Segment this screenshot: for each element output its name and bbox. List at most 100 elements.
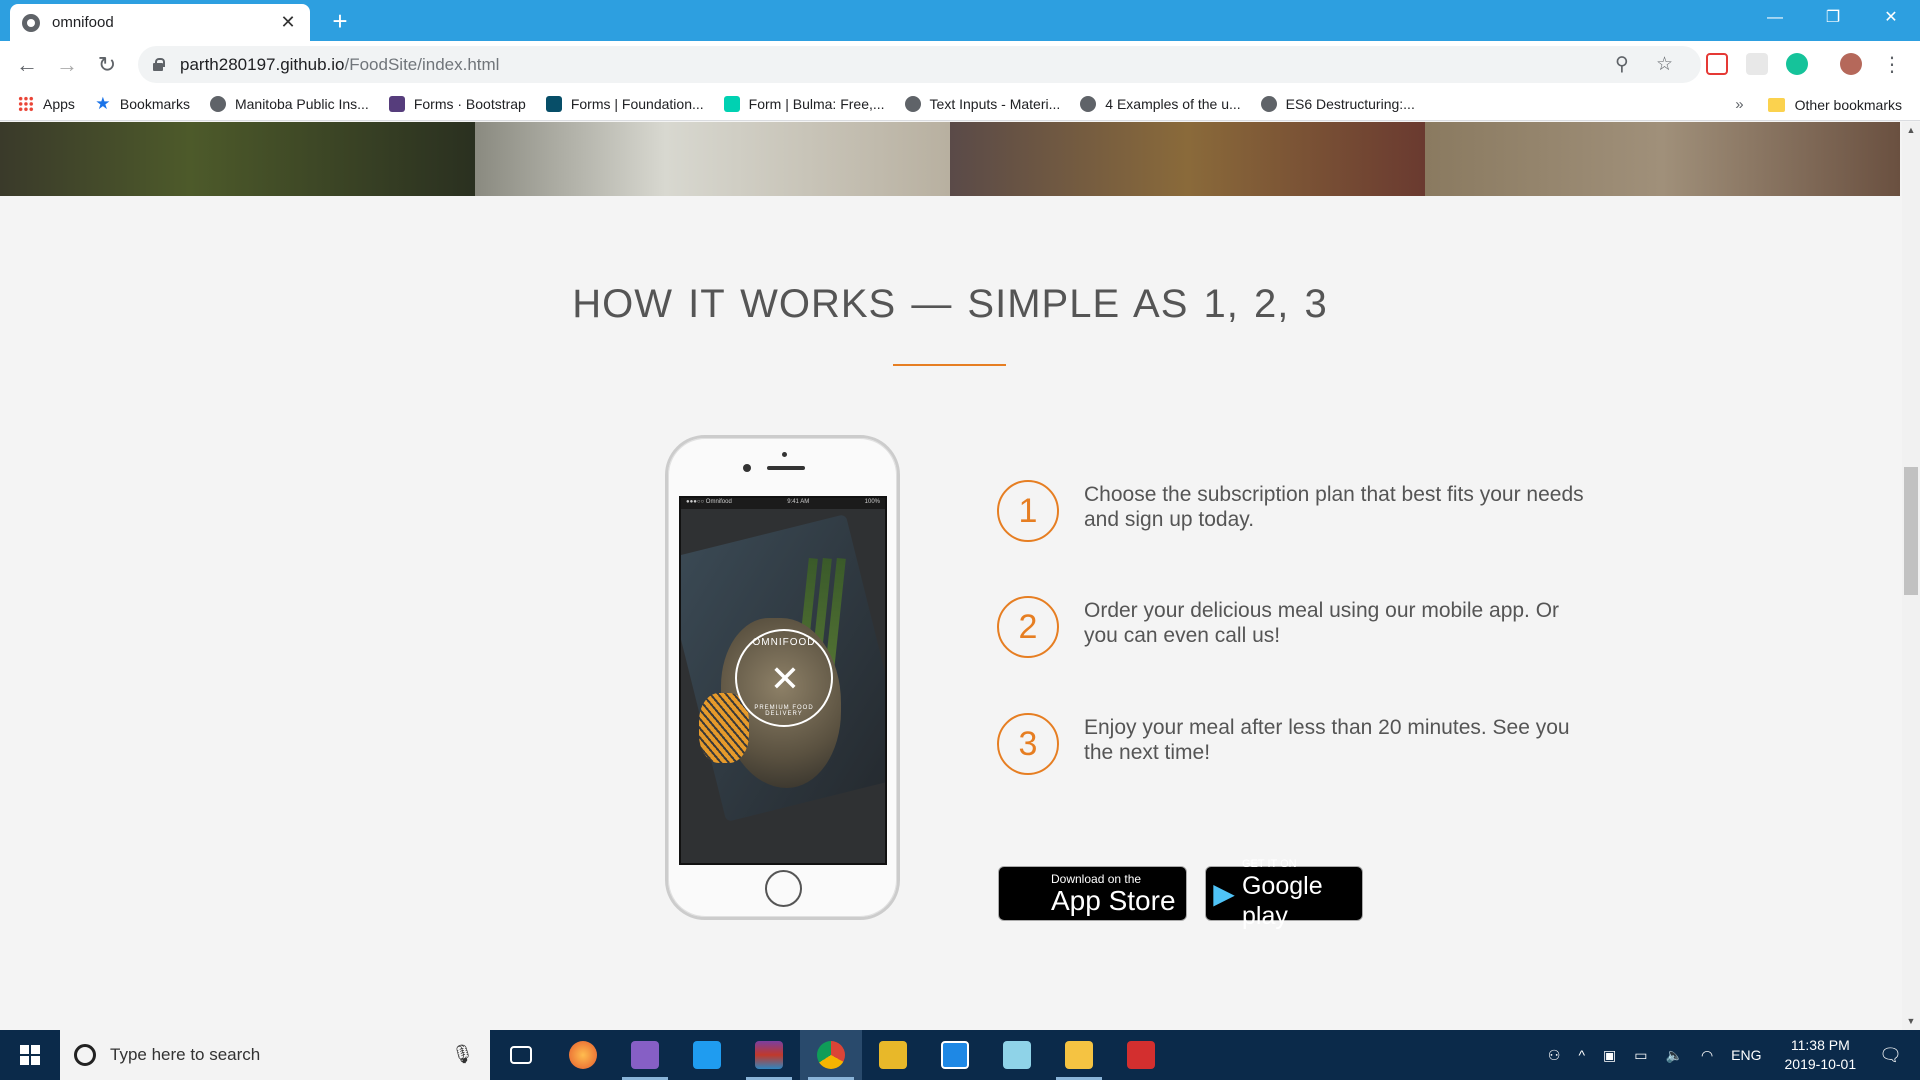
acrobat-icon[interactable]	[1110, 1030, 1172, 1080]
app-store-button[interactable]: Download on the App Store	[998, 866, 1187, 921]
browser-toolbar: ← → ↻ parth280197.github.io /FoodSite/in…	[0, 41, 1920, 88]
omnifood-logo: OMNIFOOD ✕ PREMIUM FOOD DELIVERY	[735, 629, 833, 727]
step-text: Enjoy your meal after less than 20 minut…	[1084, 716, 1570, 764]
step-item: 2 Order your delicious meal using our mo…	[997, 596, 1584, 658]
battery-icon[interactable]: ▭	[1634, 1047, 1647, 1064]
bookmarks-overflow-button[interactable]: »	[1735, 96, 1743, 113]
url-path: /FoodSite/index.html	[344, 54, 500, 74]
step-item: 3 Enjoy your meal after less than 20 min…	[997, 713, 1584, 775]
windows-taskbar: Type here to search 🎙 ⚇ ^ ▣ ▭ 🔈 ◠ ENG 11…	[0, 1030, 1920, 1080]
page-viewport: HOW IT WORKS — SIMPLE AS 1, 2, 3 ●●●○○ O…	[0, 122, 1920, 1030]
phone-speaker	[767, 466, 805, 470]
forward-icon[interactable]: →	[53, 51, 81, 79]
bookmark-manitoba[interactable]: Manitoba Public Ins...	[209, 96, 369, 112]
phone-status-bar: ●●●○○ Omnifood 9:41 AM 100%	[681, 498, 885, 509]
globe-icon	[904, 96, 921, 112]
clock-date: 2019-10-01	[1784, 1056, 1857, 1072]
app-screenshot-phone: ●●●○○ Omnifood 9:41 AM 100% OMNIFOOD ✕ P…	[665, 435, 900, 920]
notes-icon[interactable]	[986, 1030, 1048, 1080]
lock-icon	[152, 58, 165, 71]
tab-close-icon[interactable]: ✕	[278, 12, 298, 33]
other-bookmarks[interactable]: Other bookmarks	[1795, 97, 1902, 113]
notifications-icon[interactable]: 🗨	[1879, 1045, 1902, 1066]
volume-icon[interactable]: 🔈	[1666, 1047, 1683, 1064]
bookmark-4-examples[interactable]: 4 Examples of the u...	[1080, 96, 1241, 112]
profile-avatar[interactable]	[1840, 53, 1862, 75]
phone-home-button	[765, 870, 802, 907]
bookmark-bulma[interactable]: Form | Bulma: Free,...	[723, 96, 885, 112]
fork-knife-icon: ✕	[769, 658, 801, 699]
start-button[interactable]	[0, 1030, 60, 1080]
task-view-icon[interactable]	[490, 1030, 552, 1080]
back-icon[interactable]: ←	[13, 51, 41, 79]
bookmark-foundation[interactable]: Forms | Foundation...	[545, 96, 704, 112]
winrar-icon[interactable]	[738, 1030, 800, 1080]
phone-screen: ●●●○○ Omnifood 9:41 AM 100% OMNIFOOD ✕ P…	[679, 496, 887, 865]
system-tray: ⚇ ^ ▣ ▭ 🔈 ◠ ENG 11:38 PM 2019-10-01 🗨	[1539, 1030, 1920, 1080]
tab-title: omnifood	[52, 14, 114, 31]
language-indicator[interactable]: ENG	[1731, 1047, 1761, 1063]
menu-kebab-icon[interactable]: ⋮	[1878, 51, 1906, 79]
section-title: HOW IT WORKS — SIMPLE AS 1, 2, 3	[572, 282, 1328, 326]
meal-photo	[950, 122, 1425, 196]
scroll-down-icon[interactable]: ▼	[1902, 1013, 1920, 1030]
logo-top-text: OMNIFOOD	[752, 637, 816, 648]
bookmark-text-inputs[interactable]: Text Inputs - Materi...	[904, 96, 1060, 112]
phone-battery: 100%	[864, 499, 880, 505]
visual-studio-icon[interactable]	[614, 1030, 676, 1080]
vscode-icon[interactable]	[676, 1030, 738, 1080]
clock[interactable]: 11:38 PM 2019-10-01	[1785, 1036, 1857, 1074]
app-store-small-text: Download on the	[1051, 871, 1142, 886]
microphone-icon[interactable]: 🎙	[451, 1044, 474, 1065]
url-host: parth280197.github.io	[180, 54, 345, 74]
app-store-big-text: App Store	[1051, 884, 1176, 916]
bookmarks-bar: Apps ★ Bookmarks Manitoba Public Ins... F…	[0, 88, 1920, 121]
minimize-button[interactable]: —	[1745, 0, 1805, 36]
bookmark-bookmarks[interactable]: ★ Bookmarks	[95, 95, 190, 112]
meal-photo	[0, 122, 475, 196]
apps-grid-icon	[18, 96, 34, 112]
meals-gallery	[0, 122, 1900, 196]
zoom-icon[interactable]: ⚲	[1615, 53, 1629, 76]
file-explorer-icon[interactable]	[1048, 1030, 1110, 1080]
close-window-button[interactable]: ✕	[1861, 0, 1920, 36]
wifi-icon[interactable]: ◠	[1701, 1047, 1713, 1064]
windows-logo-icon	[20, 1045, 40, 1065]
google-play-button[interactable]: ▶ GET IT ON Google play	[1205, 858, 1363, 930]
google-play-small-text: GET IT ON	[1241, 857, 1297, 870]
maximize-button[interactable]: ❐	[1803, 0, 1863, 36]
scroll-up-icon[interactable]: ▲	[1902, 122, 1920, 139]
search-placeholder: Type here to search	[110, 1045, 261, 1064]
network-adapter-icon[interactable]: ▣	[1603, 1047, 1616, 1064]
bookmark-star-icon[interactable]: ☆	[1656, 53, 1673, 76]
grammarly-extension-icon[interactable]	[1786, 53, 1808, 75]
step-item: 1 Choose the subscription plan that best…	[997, 480, 1584, 542]
taskbar-search[interactable]: Type here to search 🎙	[60, 1030, 490, 1080]
bookmark-bootstrap[interactable]: Forms · Bootstrap	[388, 96, 526, 112]
clock-time: 11:38 PM	[1790, 1037, 1850, 1053]
show-hidden-icon[interactable]: ^	[1578, 1047, 1585, 1063]
vertical-scrollbar[interactable]: ▲ ▼	[1902, 122, 1920, 1030]
globe-icon	[209, 96, 226, 112]
globe-icon	[1080, 96, 1097, 112]
bootstrap-icon	[388, 96, 405, 112]
pocket-extension-icon[interactable]	[1706, 53, 1728, 75]
google-play-big-text: Google play	[1241, 871, 1323, 930]
cortana-icon	[74, 1044, 96, 1066]
app-icon[interactable]	[924, 1030, 986, 1080]
scrollbar-thumb[interactable]	[1904, 467, 1918, 595]
chrome-icon[interactable]	[800, 1030, 862, 1080]
address-bar[interactable]: parth280197.github.io /FoodSite/index.ht…	[138, 46, 1701, 83]
phone-camera	[743, 464, 751, 472]
extension-icon[interactable]	[1746, 53, 1768, 75]
tools-icon[interactable]	[862, 1030, 924, 1080]
new-tab-button[interactable]: +	[325, 6, 355, 36]
phone-sensor	[782, 452, 787, 457]
firefox-icon[interactable]	[552, 1030, 614, 1080]
people-icon[interactable]: ⚇	[1548, 1047, 1561, 1064]
reload-icon[interactable]: ↻	[93, 51, 121, 79]
meal-photo	[475, 122, 950, 196]
bookmark-es6[interactable]: ES6 Destructuring:...	[1260, 96, 1415, 112]
browser-tab[interactable]: omnifood ✕	[10, 4, 310, 41]
bookmark-apps[interactable]: Apps	[18, 96, 75, 112]
